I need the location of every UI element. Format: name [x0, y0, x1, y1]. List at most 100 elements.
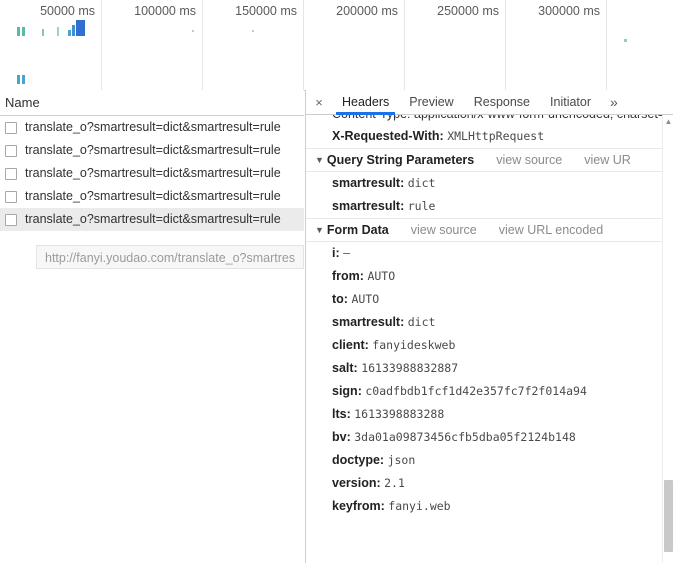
request-name: translate_o?smartresult=dict&smartresult…	[25, 189, 281, 203]
row-checkbox[interactable]	[5, 167, 17, 180]
param-key: salt:	[332, 361, 358, 375]
timeline-tick-label: 100000 ms	[134, 4, 196, 18]
param-value: AUTO	[351, 292, 380, 306]
request-name: translate_o?smartresult=dict&smartresult…	[25, 143, 281, 157]
form-data-section-header[interactable]: ▼ Form Data view source view URL encoded	[306, 218, 673, 242]
list-item: X-Requested-With: XMLHttpRequest	[306, 125, 673, 148]
list-item: salt: 16133988832887	[306, 357, 673, 380]
list-item: doctype: json	[306, 449, 673, 472]
network-overview-timeline[interactable]: 50000 ms 100000 ms 150000 ms 200000 ms 25000…	[0, 0, 673, 91]
chevron-down-icon[interactable]: ▼	[315, 225, 324, 235]
list-item: sign: c0adfbdb1fcf1d42e357fc7f2f014a94	[306, 380, 673, 403]
timeline-activity-bar	[17, 27, 20, 36]
param-value: 3da01a09873456cfb5dba05f2124b148	[354, 430, 576, 444]
timeline-tick-label: 50000 ms	[40, 4, 95, 18]
details-scrollbar[interactable]: ▲	[662, 115, 673, 563]
param-value: —	[343, 246, 351, 260]
tab-headers[interactable]: Headers	[332, 90, 399, 115]
view-source-link[interactable]: view source	[496, 153, 562, 167]
param-key: smartresult:	[332, 176, 405, 190]
clipped-header-row: Content-Type: application/x-www-form-url…	[306, 115, 673, 125]
timeline-activity-bar	[57, 27, 59, 36]
param-value: fanyideskweb	[372, 338, 456, 352]
table-row[interactable]: translate_o?smartresult=dict&smartresult…	[0, 139, 304, 162]
table-row[interactable]: translate_o?smartresult=dict&smartresult…	[0, 208, 304, 231]
timeline-activity-bar	[252, 30, 254, 32]
close-icon[interactable]: ×	[306, 90, 332, 114]
list-item: smartresult: dict	[306, 311, 673, 334]
timeline-activity-bar	[72, 25, 75, 36]
request-rows[interactable]: translate_o?smartresult=dict&smartresult…	[0, 116, 304, 231]
timeline-activity-bar	[68, 30, 71, 36]
param-key: sign:	[332, 384, 362, 398]
list-item: version: 2.1	[306, 472, 673, 495]
param-value: 16133988832887	[361, 361, 459, 375]
param-key: from:	[332, 269, 364, 283]
param-key: keyfrom:	[332, 499, 385, 513]
list-item: from: AUTO	[306, 265, 673, 288]
param-value: json	[387, 453, 416, 467]
section-title: Form Data	[326, 223, 389, 237]
list-item: to: AUTO	[306, 288, 673, 311]
list-item: client: fanyideskweb	[306, 334, 673, 357]
row-checkbox[interactable]	[5, 213, 17, 226]
view-url-encoded-link[interactable]: view URL encoded	[499, 223, 603, 237]
view-url-encoded-link[interactable]: view UR	[584, 153, 631, 167]
clipped-header-text: Content-Type: application/x-www-form-url…	[332, 115, 673, 121]
param-value: 1613398883288	[354, 407, 445, 421]
row-checkbox[interactable]	[5, 144, 17, 157]
param-key: lts:	[332, 407, 351, 421]
param-key: version:	[332, 476, 381, 490]
tab-initiator[interactable]: Initiator	[540, 90, 601, 114]
timeline-activity-bar	[22, 75, 25, 84]
request-headers-list: X-Requested-With: XMLHttpRequest	[306, 125, 673, 148]
tab-preview[interactable]: Preview	[399, 90, 463, 114]
column-header-name-label: Name	[5, 95, 40, 110]
timeline-activity-bar	[76, 20, 85, 36]
row-checkbox[interactable]	[5, 121, 17, 134]
timeline-activity-bar	[22, 27, 25, 36]
table-row[interactable]: translate_o?smartresult=dict&smartresult…	[0, 116, 304, 139]
form-data-list: i: — from: AUTO to: AUTO smartresult: dict c…	[306, 242, 673, 518]
param-key: client:	[332, 338, 369, 352]
timeline-activity-bar	[42, 29, 44, 36]
param-key: smartresult:	[332, 315, 405, 329]
param-key: to:	[332, 292, 348, 306]
timeline-activity-bar	[17, 75, 20, 84]
list-item: i: —	[306, 242, 673, 265]
table-row[interactable]: translate_o?smartresult=dict&smartresult…	[0, 162, 304, 185]
chevron-down-icon[interactable]: ▼	[315, 155, 324, 165]
param-key: smartresult:	[332, 199, 405, 213]
section-title: Query String Parameters	[326, 153, 475, 167]
param-key: X-Requested-With:	[332, 129, 444, 143]
table-row[interactable]: translate_o?smartresult=dict&smartresult…	[0, 185, 304, 208]
timeline-tick-label: 300000 ms	[538, 4, 600, 18]
scroll-up-arrow-icon[interactable]: ▲	[663, 115, 673, 127]
details-content[interactable]: Content-Type: application/x-www-form-url…	[306, 115, 673, 563]
param-value: rule	[407, 199, 436, 213]
param-value: XMLHttpRequest	[447, 129, 545, 143]
query-string-parameters-section-header[interactable]: ▼ Query String Parameters view source vi…	[306, 148, 673, 172]
row-checkbox[interactable]	[5, 190, 17, 203]
param-value: 2.1	[384, 476, 405, 490]
request-list-panel[interactable]: Name translate_o?smartresult=dict&smartr…	[0, 90, 304, 563]
timeline-tick-label: 3500	[607, 4, 673, 18]
timeline-tick-label: 250000 ms	[437, 4, 499, 18]
param-value: dict	[407, 315, 436, 329]
request-details-panel[interactable]: × HeadersPreviewResponseInitiator » Cont…	[305, 90, 673, 563]
column-header-name[interactable]: Name	[0, 90, 304, 116]
timeline-activity-bar	[624, 39, 627, 42]
scrollbar-thumb[interactable]	[664, 480, 673, 552]
list-item: bv: 3da01a09873456cfb5dba05f2124b148	[306, 426, 673, 449]
tab-items[interactable]: Headers Preview Response Initiator	[332, 90, 601, 115]
param-key: doctype:	[332, 453, 385, 467]
details-tab-bar[interactable]: × Headers Preview Response Initiator »	[306, 90, 673, 115]
view-source-link[interactable]: view source	[411, 223, 477, 237]
request-name: translate_o?smartresult=dict&smartresult…	[25, 212, 281, 226]
param-key: bv:	[332, 430, 351, 444]
chevron-more-icon[interactable]: »	[601, 90, 627, 114]
tab-response[interactable]: Response	[464, 90, 540, 114]
url-tooltip: http://fanyi.youdao.com/translate_o?smar…	[36, 245, 305, 269]
timeline-tick-label: 200000 ms	[336, 4, 398, 18]
query-parameters-list: smartresult: dict smartresult: rule	[306, 172, 673, 218]
